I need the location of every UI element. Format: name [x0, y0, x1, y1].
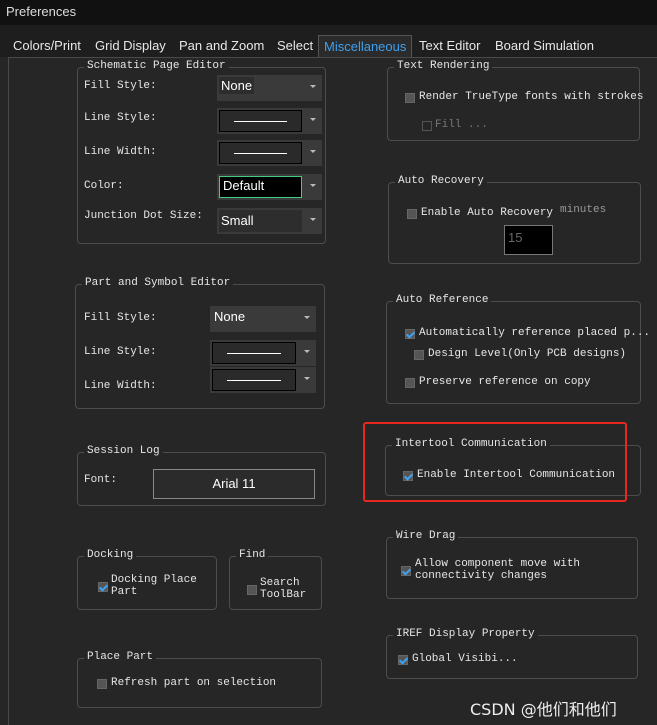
font-label: Font: — [84, 474, 118, 486]
group-title: Docking — [84, 549, 137, 561]
group-title: Session Log — [84, 445, 163, 457]
render-truetype-label: Render TrueType fonts with strokes — [419, 91, 644, 103]
highlight-rectangle — [363, 422, 627, 502]
refresh-part-label: Refresh part on selection — [111, 677, 277, 689]
color-dropdown[interactable]: Default — [217, 174, 322, 200]
title-bar: Preferences — [0, 0, 657, 25]
part-line-width-dropdown[interactable] — [210, 367, 316, 393]
refresh-part-checkbox[interactable] — [97, 679, 107, 689]
line-style-dropdown[interactable] — [217, 108, 322, 134]
render-truetype-checkbox[interactable] — [405, 93, 415, 103]
tab-pan-zoom[interactable]: Pan and Zoom — [179, 38, 264, 53]
tab-grid-display[interactable]: Grid Display — [95, 38, 166, 53]
design-level-checkbox[interactable] — [414, 350, 424, 360]
fill-label: Fill ... — [435, 119, 488, 131]
junction-dot-size-label: Junction Dot Size: — [84, 210, 203, 222]
group-title: Auto Recovery — [395, 175, 487, 187]
window-title: Preferences — [6, 4, 77, 19]
line-style-label: Line Style: — [84, 112, 157, 124]
group-title: Text Rendering — [394, 60, 493, 72]
preserve-reference-label: Preserve reference on copy — [419, 376, 591, 388]
preserve-reference-checkbox[interactable] — [405, 378, 415, 388]
junction-value: Small — [219, 210, 302, 232]
enable-auto-recovery-label: Enable Auto Recovery — [421, 207, 554, 219]
group-title: Find — [236, 549, 269, 561]
group-title: Auto Reference — [393, 294, 492, 306]
tab-colors-print[interactable]: Colors/Print — [13, 38, 81, 53]
chevron-down-icon — [310, 150, 316, 153]
chevron-down-icon — [310, 184, 316, 187]
tab-select[interactable]: Select — [277, 38, 313, 53]
group-title: Place Part — [84, 651, 157, 663]
font-button[interactable]: Arial 11 — [153, 469, 315, 499]
group-title: Schematic Page Editor — [84, 60, 229, 72]
docking-checkbox[interactable] — [98, 582, 108, 592]
minutes-input[interactable]: 15 — [504, 225, 553, 255]
chevron-down-icon — [304, 350, 310, 353]
chevron-down-icon — [304, 316, 310, 319]
line-width-label: Line Width: — [84, 146, 157, 158]
fill-checkbox[interactable] — [422, 121, 432, 131]
chevron-down-icon — [310, 218, 316, 221]
line-width-dropdown[interactable] — [217, 140, 322, 166]
group-title: Part and Symbol Editor — [82, 277, 234, 289]
part-fill-style-value: None — [214, 309, 246, 324]
part-fill-style-label: Fill Style: — [84, 312, 157, 324]
search-toolbar-label: Search ToolBar — [260, 577, 307, 601]
minutes-label: minutes — [560, 204, 607, 216]
enable-auto-recovery-checkbox[interactable] — [407, 209, 417, 219]
auto-reference-label: Automatically reference placed p... — [419, 327, 651, 339]
allow-component-move-checkbox[interactable] — [401, 566, 411, 576]
part-line-width-label: Line Width: — [84, 380, 157, 392]
tab-text-editor[interactable]: Text Editor — [419, 38, 480, 53]
tab-miscellaneous[interactable]: Miscellaneous — [318, 35, 413, 58]
global-visibility-label: Global Visibi... — [412, 653, 518, 665]
color-value: Default — [219, 176, 302, 198]
group-title: IREF Display Property — [393, 628, 538, 640]
tab-board-simulation[interactable]: Board Simulation — [495, 38, 594, 53]
part-line-style-dropdown[interactable] — [210, 340, 316, 366]
design-level-label: Design Level(Only PCB designs) — [428, 348, 627, 360]
fill-style-value: None — [219, 77, 255, 94]
fill-style-dropdown[interactable]: None — [217, 75, 322, 101]
chevron-down-icon — [310, 85, 316, 88]
watermark: CSDN @他们和他们 — [470, 700, 617, 719]
search-toolbar-checkbox[interactable] — [247, 585, 257, 595]
part-fill-style-dropdown[interactable]: None — [210, 306, 316, 332]
chevron-down-icon — [304, 377, 310, 380]
chevron-down-icon — [310, 118, 316, 121]
docking-label: Docking Place Part — [111, 574, 197, 598]
part-line-style-label: Line Style: — [84, 346, 157, 358]
group-title: Wire Drag — [393, 530, 459, 542]
fill-style-label: Fill Style: — [84, 80, 157, 92]
auto-reference-checkbox[interactable] — [405, 329, 415, 339]
global-visibility-checkbox[interactable] — [398, 655, 408, 665]
allow-component-move-label: Allow component move with connectivity c… — [415, 558, 581, 582]
color-label: Color: — [84, 180, 124, 192]
junction-dot-size-dropdown[interactable]: Small — [217, 208, 322, 234]
